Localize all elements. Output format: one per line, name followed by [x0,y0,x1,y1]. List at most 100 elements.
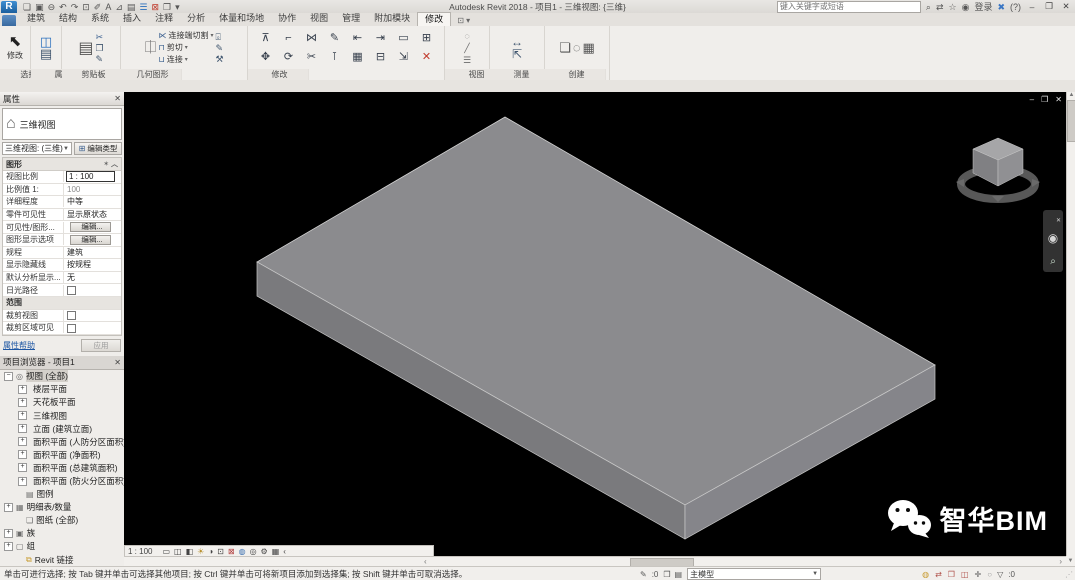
selection-toggle-icon[interactable]: ❒ [948,570,955,579]
tree-expander-icon[interactable]: + [18,385,27,394]
tree-expander-icon[interactable]: + [18,477,27,486]
create-tool-icon[interactable]: ▦ [583,43,595,53]
ribbon-tab[interactable]: 建筑 [20,12,52,26]
view-control-icon[interactable]: ⊡ [217,547,224,557]
ribbon-tab[interactable]: 管理 [335,12,367,26]
property-value[interactable] [64,323,121,332]
search-input[interactable] [777,1,921,13]
workset-icon[interactable]: ❒ [663,570,670,579]
tree-expander-icon[interactable]: + [4,503,13,512]
tree-item[interactable]: + 天花板平面 [0,396,124,409]
property-row[interactable]: 日光路径 [3,284,121,297]
ribbon-tab[interactable]: 视图 [303,12,335,26]
create-tool-icon[interactable]: ❏ [559,43,571,53]
qat-tool-icon[interactable]: ⊖ [48,1,56,13]
slab-3d-model[interactable] [124,92,1066,556]
qat-tool-icon[interactable]: ⊿ [115,1,123,13]
modify-tool-icon[interactable]: ⟳ [277,48,300,67]
property-row[interactable]: 详细程度 中等 [3,196,121,209]
qat-tool-icon[interactable]: ❏ [23,1,31,13]
help-icon[interactable]: (?) [1010,1,1021,13]
tree-item[interactable]: + 楼层平面 [0,383,124,396]
tree-expander-icon[interactable]: − [4,372,13,381]
qat-tool-icon[interactable]: ❐ [163,1,171,13]
selection-toggle-icon[interactable]: ◍ [922,570,929,579]
modify-tool-icon[interactable]: ⇥ [369,29,392,48]
properties-tool-icon[interactable]: ▤ [40,49,52,59]
design-option-select[interactable]: 主模型 ▼ [687,568,821,580]
property-value[interactable]: 建筑 [64,247,121,258]
close-icon[interactable]: ✕ [114,94,121,103]
minimize-button[interactable]: ‒ [1026,2,1038,12]
edit-type-button[interactable]: ⊞ 编辑类型 [74,142,122,155]
vertical-scroll-thumb[interactable] [1067,100,1075,142]
tree-expander-icon[interactable]: + [18,463,27,472]
tree-expander-icon[interactable]: + [4,529,13,538]
tree-expander-icon[interactable] [14,516,23,525]
tree-expander-icon[interactable]: + [18,424,27,433]
ribbon-tab[interactable]: 结构 [52,12,84,26]
view-control-icon[interactable]: ⊠ [228,547,235,557]
modify-tool-icon[interactable]: ⊺ [323,48,346,67]
drawing-area[interactable]: ‒ ❐ ✕ ✕ ◉ ⌕ [124,92,1066,556]
geometry-tool[interactable]: ⊔ 连接 ▾ [158,54,213,65]
tree-item[interactable]: ⧉ Revit 链接 [0,553,124,566]
tree-item[interactable]: + ▢ 组 [0,540,124,553]
resize-grip[interactable]: ⋰ [1065,570,1073,579]
qat-tool-icon[interactable]: ↷ [71,1,79,13]
modify-tool-icon[interactable]: ⇤ [346,29,369,48]
view-minimize-icon[interactable]: ‒ [1030,95,1034,104]
property-row[interactable]: 比例值 1: 100 [3,184,121,197]
ribbon-tab[interactable]: 附加模块 [367,12,417,26]
clipboard-tool-icon[interactable]: ✂ [96,32,104,42]
tree-expander-icon[interactable]: + [18,398,27,407]
apps-icon[interactable]: ✖ [997,1,1005,13]
modify-tool-icon[interactable]: ✎ [323,29,346,48]
editable-only-icon[interactable]: ✎ [640,570,647,579]
graphics-section-header[interactable]: 图形 ✶ ︿ [3,158,121,171]
ribbon-tab[interactable]: 分析 [180,12,212,26]
tree-expander-icon[interactable]: + [18,411,27,420]
modify-tool-icon[interactable]: ✂ [300,48,323,67]
modify-tool-icon[interactable]: ▦ [346,48,369,67]
signin-label[interactable]: 登录 [974,1,992,13]
property-row[interactable]: 规程 建筑 [3,247,121,260]
modify-tool-icon[interactable]: ⇲ [392,48,415,67]
view-control-icon[interactable]: ‹ [283,547,286,557]
qat-tool-icon[interactable]: ✐ [94,1,102,13]
property-row[interactable]: 默认分析显示... 无 [3,272,121,285]
panel-create-label[interactable]: 创建 [545,69,606,80]
ribbon-tab[interactable]: 修改 [417,12,451,26]
view-control-icon[interactable]: ▦ [272,547,280,557]
qat-tool-icon[interactable]: ⊡ [82,1,90,13]
favorites-star-icon[interactable]: ☆ [949,1,957,13]
panel-geometry-label[interactable]: 几何图形 [121,69,182,80]
selection-toggle-icon[interactable]: ✛ [975,570,982,579]
qat-tool-icon[interactable]: ▾ [175,1,180,13]
view-scale[interactable]: 1 : 100 [128,547,152,556]
property-row[interactable]: 零件可见性 显示原状态 [3,209,121,222]
scrollbar-corner[interactable]: ▼ [1066,556,1075,566]
property-row[interactable]: 范围 [3,297,121,310]
tree-expander-icon[interactable]: + [18,437,27,446]
view-control-icon[interactable]: ◧ [186,547,194,557]
vertical-scrollbar[interactable]: ▲ [1066,92,1075,556]
modify-tool-icon[interactable]: ▭ [392,29,415,48]
tree-item[interactable]: + 三维视图 [0,409,124,422]
tree-expander-icon[interactable]: + [4,542,13,551]
properties-tool-icon[interactable]: ◫ [40,37,52,47]
property-value[interactable] [64,311,121,320]
property-row[interactable]: 裁剪视图 [3,310,121,323]
tree-item[interactable]: + 面积平面 (净面积) [0,448,124,461]
tree-expander-icon[interactable] [14,555,23,564]
selection-toggle-icon[interactable]: ⇄ [935,570,942,579]
close-icon[interactable]: ✕ [114,358,121,367]
instance-selector[interactable]: 三维视图: (三维) ▼ [2,142,72,155]
view-tool-icon[interactable]: ╱ [464,43,469,53]
geometry-side-icon[interactable]: ⌻ [215,32,223,42]
view-control-icon[interactable]: ◑ [208,547,213,557]
view-control-icon[interactable]: ☀ [197,547,204,557]
property-value[interactable] [64,285,121,294]
property-value[interactable]: 1 : 100 [66,171,115,182]
tree-item[interactable]: + 面积平面 (防火分区面积) [0,474,124,487]
